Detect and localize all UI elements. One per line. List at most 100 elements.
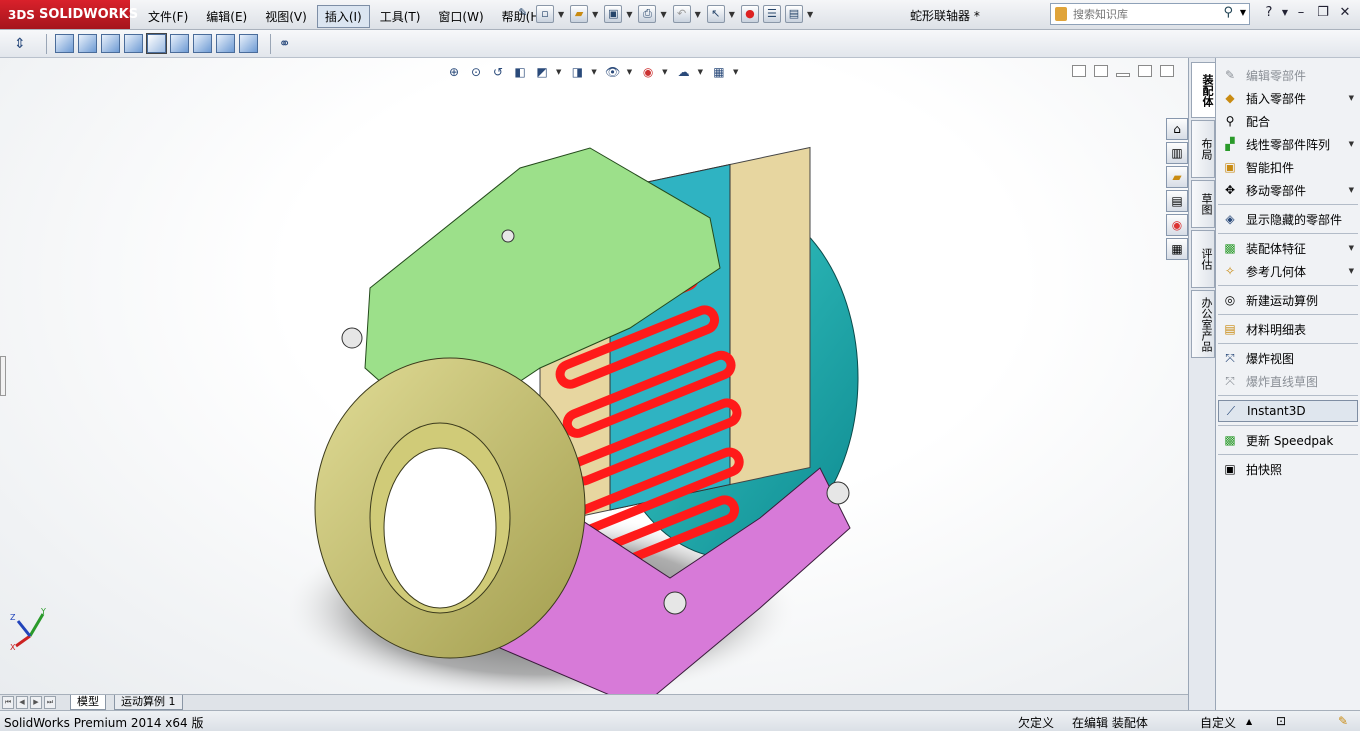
menu-edit[interactable]: 编辑(E)	[198, 5, 255, 28]
feature-manager-expand-handle[interactable]	[0, 356, 6, 396]
view-front-icon[interactable]	[54, 34, 74, 53]
cmd-take-snapshot[interactable]: ▣ 拍快照	[1218, 458, 1358, 480]
appearance-icon[interactable]: ◉	[1166, 214, 1188, 236]
tab-office-products[interactable]: 办公室产品	[1191, 290, 1215, 358]
view-dimetric-icon[interactable]	[238, 34, 258, 53]
cmd-explode-line-sketch[interactable]: ⤧ 爆炸直线草图	[1218, 370, 1358, 392]
hide-show-items-icon[interactable]: 👁	[605, 64, 621, 80]
chevron-down-icon[interactable]: ▼	[1349, 94, 1354, 102]
chevron-down-icon[interactable]: ▼	[1349, 267, 1354, 275]
view-isometric-icon[interactable]	[192, 34, 212, 53]
cmd-edit-component[interactable]: ✎ 编辑零部件	[1218, 64, 1358, 86]
zoom-to-area-icon[interactable]: ⊙	[468, 64, 484, 80]
chevron-down-icon[interactable]: ▼	[1240, 8, 1246, 17]
chevron-down-icon[interactable]: ▼	[626, 10, 632, 19]
chevron-down-icon[interactable]: ▼	[1349, 186, 1354, 194]
cmd-exploded-view[interactable]: ⤧ 爆炸视图	[1218, 347, 1358, 369]
cmd-new-motion-study[interactable]: ◎ 新建运动算例	[1218, 289, 1358, 311]
units-custom[interactable]: 自定义	[1200, 714, 1236, 731]
cmd-mate[interactable]: ⚲ 配合	[1218, 110, 1358, 132]
viewport-single-icon[interactable]	[1072, 65, 1086, 77]
cmd-update-speedpak[interactable]: ▩ 更新 Speedpak	[1218, 429, 1358, 451]
link-views-icon[interactable]: ⚭	[279, 36, 291, 52]
first-tab-icon[interactable]: ⏮	[2, 696, 14, 709]
chevron-down-icon[interactable]: ▼	[662, 68, 667, 76]
new-document-icon[interactable]: ▫	[536, 5, 554, 23]
view-back-icon[interactable]	[77, 34, 97, 53]
folder-icon[interactable]: ▰	[1166, 166, 1188, 188]
file-properties-icon[interactable]: ☰	[762, 5, 781, 23]
cmd-move-component[interactable]: ✥ 移动零部件 ▼	[1218, 179, 1358, 201]
view-trimetric-icon[interactable]	[215, 34, 235, 53]
chevron-down-icon[interactable]: ▼	[660, 10, 666, 19]
chevron-down-icon[interactable]: ▼	[1349, 244, 1354, 252]
chevron-down-icon[interactable]: ▼	[556, 68, 561, 76]
resources-icon[interactable]: ▥	[1166, 142, 1188, 164]
previous-view-icon[interactable]: ↺	[490, 64, 506, 80]
menu-insert[interactable]: 插入(I)	[316, 5, 370, 28]
view-top-icon[interactable]	[145, 33, 167, 54]
restore-icon[interactable]: ❐	[1312, 4, 1334, 24]
last-tab-icon[interactable]: ⏭	[44, 696, 56, 709]
menu-view[interactable]: 视图(V)	[257, 5, 315, 28]
viewport-close-icon[interactable]	[1160, 65, 1174, 77]
open-folder-icon[interactable]: ▰	[570, 5, 589, 23]
tab-model[interactable]: 模型	[70, 695, 106, 710]
edit-appearance-icon[interactable]: ◉	[640, 64, 656, 80]
cmd-smart-fasteners[interactable]: ▣ 智能扣件	[1218, 156, 1358, 178]
rebuild-pencil-icon[interactable]: ✎	[1338, 714, 1348, 728]
custom-properties-icon[interactable]: ▦	[1166, 238, 1188, 260]
cmd-show-hidden-components[interactable]: ◈ 显示隐藏的零部件	[1218, 208, 1358, 230]
tab-motion-study-1[interactable]: 运动算例 1	[114, 695, 183, 710]
solidworks-logo[interactable]: 3DS SOLIDWORKS	[0, 0, 138, 29]
menu-window[interactable]: 窗口(W)	[430, 5, 491, 28]
cmd-reference-geometry[interactable]: ✧ 参考几何体 ▼	[1218, 260, 1358, 282]
graphics-area[interactable]: ⊕ ⊙ ↺ ◧ ◩ ▼ ◨ ▼ 👁 ▼ ◉ ▼ ☁ ▼ ▦ ▼ Y Z X	[0, 58, 1188, 694]
save-icon[interactable]: ▣	[604, 5, 623, 23]
section-view-icon[interactable]: ◧	[512, 64, 528, 80]
chevron-down-icon[interactable]: ▼	[695, 10, 701, 19]
view-orientation-icon[interactable]: ◩	[534, 64, 550, 80]
minimize-icon[interactable]: –	[1290, 4, 1312, 24]
cmd-linear-pattern[interactable]: ▞ 线性零部件阵列 ▼	[1218, 133, 1358, 155]
viewport-restore-icon[interactable]	[1138, 65, 1152, 77]
search-box[interactable]: ⚲ ▼	[1050, 3, 1250, 25]
chevron-down-icon[interactable]: ▼	[592, 10, 598, 19]
menu-file[interactable]: 文件(F)	[140, 5, 196, 28]
cmd-bill-of-materials[interactable]: ▤ 材料明细表	[1218, 318, 1358, 340]
display-style-icon[interactable]: ◨	[569, 64, 585, 80]
help-status-icon[interactable]: ⊡	[1276, 714, 1286, 728]
normal-to-icon[interactable]: ⇕	[14, 36, 26, 52]
tab-evaluate[interactable]: 评估	[1191, 230, 1215, 288]
close-icon[interactable]: ✕	[1334, 4, 1356, 24]
cmd-insert-component[interactable]: ◆ 插入零部件 ▼	[1218, 87, 1358, 109]
chevron-down-icon[interactable]: ▼	[591, 68, 596, 76]
chevron-down-icon[interactable]: ▼	[627, 68, 632, 76]
prev-tab-icon[interactable]: ◀	[16, 696, 28, 709]
view-palette-icon[interactable]: ▤	[1166, 190, 1188, 212]
rebuild-traffic-light-icon[interactable]: ●	[740, 5, 759, 23]
viewport-split-icon[interactable]	[1094, 65, 1108, 77]
search-input[interactable]	[1073, 7, 1213, 21]
apply-scene-icon[interactable]: ☁	[676, 64, 692, 80]
zoom-to-fit-icon[interactable]: ⊕	[446, 64, 462, 80]
view-settings-icon[interactable]: ▦	[711, 64, 727, 80]
view-bottom-icon[interactable]	[169, 34, 189, 53]
serpentine-coupling-model[interactable]	[290, 108, 910, 694]
cmd-assembly-features[interactable]: ▩ 装配体特征 ▼	[1218, 237, 1358, 259]
tab-sketch[interactable]: 草图	[1191, 180, 1215, 228]
view-left-icon[interactable]	[100, 34, 120, 53]
viewport-minimize-icon[interactable]	[1116, 73, 1130, 77]
pin-icon[interactable]: ✎	[514, 5, 532, 23]
cmd-instant3d[interactable]: ⟋ Instant3D	[1218, 400, 1358, 422]
undo-icon[interactable]: ↶	[672, 5, 691, 23]
chevron-down-icon[interactable]: ▼	[1280, 4, 1290, 24]
help-icon[interactable]: ?	[1258, 4, 1280, 24]
chevron-down-icon[interactable]: ▼	[558, 10, 564, 19]
chevron-down-icon[interactable]: ▼	[698, 68, 703, 76]
tab-assembly[interactable]: 装配体	[1191, 62, 1215, 118]
chevron-down-icon[interactable]: ▼	[729, 10, 735, 19]
tab-layout[interactable]: 布局	[1191, 120, 1215, 178]
menu-tools[interactable]: 工具(T)	[372, 5, 429, 28]
chevron-up-icon[interactable]: ▲	[1246, 717, 1252, 726]
